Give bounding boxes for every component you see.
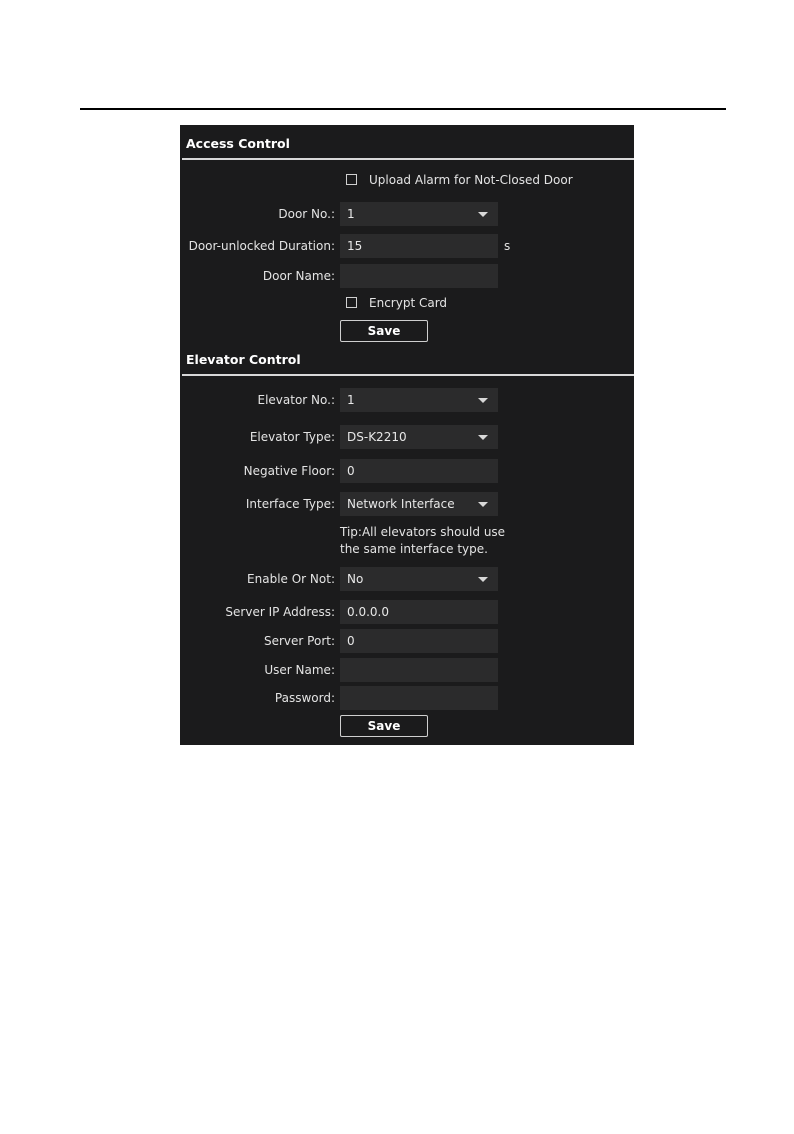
password-input[interactable] [340, 686, 498, 710]
elevator-type-select[interactable]: DS-K2210 [340, 425, 498, 449]
settings-panel: Access Control Upload Alarm for Not-Clos… [180, 125, 634, 745]
access-control-title: Access Control [186, 136, 290, 151]
upload-alarm-checkbox[interactable] [346, 174, 357, 185]
elevator-no-row: Elevator No.: 1 [180, 388, 634, 412]
user-name-input[interactable] [340, 658, 498, 682]
encrypt-card-label: Encrypt Card [369, 296, 448, 310]
door-name-input[interactable] [340, 264, 498, 288]
password-label: Password: [274, 691, 335, 705]
elevator-type-label: Elevator Type: [249, 430, 335, 444]
elevator-no-select[interactable]: 1 [340, 388, 498, 412]
interface-tip-line1: Tip:All elevators should use [340, 525, 506, 539]
server-port-row: Server Port: 0 [180, 629, 634, 653]
elevator-control-divider [182, 374, 634, 376]
page-top-rule [80, 108, 726, 110]
elevator-no-label: Elevator No.: [257, 393, 335, 407]
server-ip-label: Server IP Address: [225, 605, 335, 619]
interface-tip: Tip:All elevators should use the same in… [340, 524, 540, 558]
unlock-duration-label: Door-unlocked Duration: [188, 239, 335, 253]
chevron-down-icon [478, 212, 488, 217]
chevron-down-icon [478, 398, 488, 403]
negative-floor-label: Negative Floor: [243, 464, 335, 478]
interface-tip-line2: the same interface type. [340, 542, 488, 556]
user-name-label: User Name: [264, 663, 335, 677]
elevator-save-button[interactable]: Save [340, 715, 428, 737]
server-ip-input[interactable]: 0.0.0.0 [340, 600, 498, 624]
user-name-row: User Name: [180, 658, 634, 682]
unlock-duration-value: 15 [347, 239, 363, 253]
enable-select[interactable]: No [340, 567, 498, 591]
elevator-control-title: Elevator Control [186, 352, 301, 367]
chevron-down-icon [478, 577, 488, 582]
server-ip-row: Server IP Address: 0.0.0.0 [180, 600, 634, 624]
server-port-label: Server Port: [264, 634, 335, 648]
door-no-label: Door No.: [278, 207, 335, 221]
interface-type-value: Network Interface [347, 497, 455, 511]
unlock-duration-unit: s [504, 239, 511, 253]
door-no-value: 1 [347, 207, 355, 221]
password-row: Password: [180, 686, 634, 710]
door-no-select[interactable]: 1 [340, 202, 498, 226]
access-save-button[interactable]: Save [340, 320, 428, 342]
encrypt-card-checkbox[interactable] [346, 297, 357, 308]
server-port-input[interactable]: 0 [340, 629, 498, 653]
door-no-row: Door No.: 1 [180, 202, 634, 226]
unlock-duration-row: Door-unlocked Duration: 15 s [180, 234, 634, 258]
interface-type-select[interactable]: Network Interface [340, 492, 498, 516]
enable-label: Enable Or Not: [247, 572, 335, 586]
negative-floor-row: Negative Floor: 0 [180, 459, 634, 483]
interface-type-row: Interface Type: Network Interface [180, 492, 634, 516]
elevator-no-value: 1 [347, 393, 355, 407]
door-name-label: Door Name: [262, 269, 335, 283]
enable-value: No [347, 572, 364, 586]
elevator-type-row: Elevator Type: DS-K2210 [180, 425, 634, 449]
interface-type-label: Interface Type: [245, 497, 335, 511]
chevron-down-icon [478, 435, 488, 440]
server-ip-value: 0.0.0.0 [347, 605, 389, 619]
enable-row: Enable Or Not: No [180, 567, 634, 591]
elevator-type-value: DS-K2210 [347, 430, 407, 444]
chevron-down-icon [478, 502, 488, 507]
server-port-value: 0 [347, 634, 355, 648]
access-control-divider [182, 158, 634, 160]
negative-floor-input[interactable]: 0 [340, 459, 498, 483]
negative-floor-value: 0 [347, 464, 355, 478]
upload-alarm-label: Upload Alarm for Not-Closed Door [369, 173, 573, 187]
unlock-duration-input[interactable]: 15 [340, 234, 498, 258]
door-name-row: Door Name: [180, 264, 634, 288]
